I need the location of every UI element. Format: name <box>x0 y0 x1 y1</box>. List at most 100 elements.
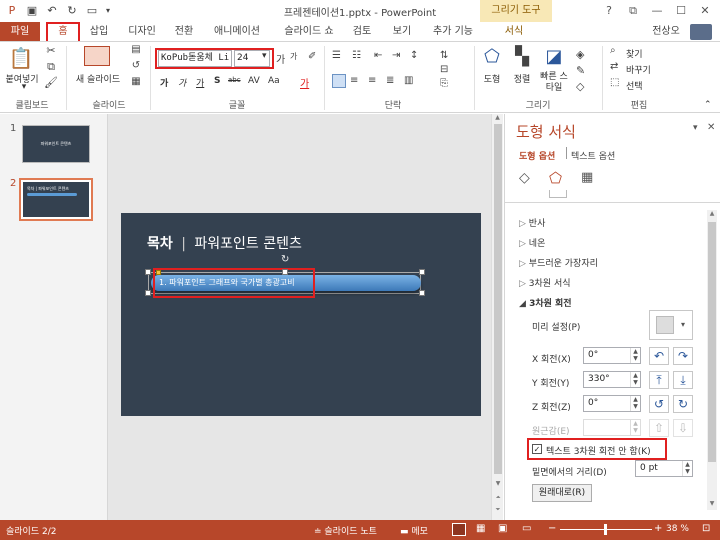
comments-button[interactable]: ▬ 메모 <box>400 524 428 537</box>
tab-view[interactable]: 보기 <box>386 22 418 41</box>
resize-handle[interactable] <box>145 290 151 296</box>
change-case-icon[interactable]: Aa <box>268 76 280 86</box>
x-rotation-input[interactable]: 0° ▲ ▼ <box>583 347 641 364</box>
z-rotate-ccw-icon[interactable]: ↺ <box>649 395 669 413</box>
next-slide-icon[interactable]: ⏷ <box>492 506 504 514</box>
tab-design[interactable]: 디자인 <box>122 22 162 41</box>
zoom-out-icon[interactable]: − <box>548 523 556 534</box>
new-slide-icon[interactable] <box>84 46 110 66</box>
text-shadow-icon[interactable]: S <box>214 76 220 86</box>
strikethrough-icon[interactable]: abc <box>228 76 241 84</box>
slideshow-view-icon[interactable]: ▭ <box>522 523 531 534</box>
previous-slide-icon[interactable]: ⏶ <box>492 494 504 502</box>
bullets-icon[interactable]: ☰ <box>332 50 341 61</box>
slide-thumbnail-2[interactable]: 목차 | 파워포인트 콘텐츠 <box>19 178 93 221</box>
arrange-button-label[interactable]: 정렬 <box>508 72 536 85</box>
layout-icon[interactable]: ▤ <box>128 44 144 55</box>
tab-addins[interactable]: 추가 기능 <box>428 22 478 41</box>
maximize-button[interactable]: ☐ <box>670 2 692 20</box>
tab-format[interactable]: 서식 <box>492 22 536 41</box>
replace-icon[interactable]: ⇄ <box>610 61 618 72</box>
scroll-up-icon[interactable]: ▲ <box>492 114 503 121</box>
shapes-icon[interactable]: ⬠ <box>482 46 502 67</box>
keep-text-flat-checkbox[interactable]: ✓ <box>532 444 542 454</box>
pane-options-icon[interactable]: ▾ <box>693 123 698 133</box>
columns-icon[interactable]: ▥ <box>404 75 413 86</box>
collapse-ribbon-icon[interactable]: ⌃ <box>704 100 712 110</box>
slide-title[interactable]: 목차 | 파워포인트 콘텐츠 <box>147 233 302 253</box>
align-left-icon[interactable] <box>332 74 346 88</box>
perspective-increase-icon[interactable]: ⇧ <box>649 419 669 437</box>
align-right-icon[interactable]: ≡ <box>368 75 376 86</box>
copy-icon[interactable]: ⧉ <box>44 60 58 74</box>
paste-icon[interactable]: 📋 <box>8 46 34 70</box>
y-rotation-input[interactable]: 330° ▲ ▼ <box>583 371 641 388</box>
tab-home[interactable]: 홈 <box>46 22 80 41</box>
section-soft-edges[interactable]: ▷ 부드러운 가장자리 <box>519 256 598 269</box>
arrange-icon[interactable]: ▚ <box>512 46 532 67</box>
tab-slideshow[interactable]: 슬라이드 쇼 <box>278 22 340 41</box>
y-rotate-up-icon[interactable]: ⤒ <box>649 371 669 389</box>
font-size-dropdown-icon[interactable]: ▾ <box>262 51 267 61</box>
keep-text-flat-label[interactable]: 텍스트 3차원 회전 안 함(K) <box>546 444 651 457</box>
shape-fill-icon[interactable]: ◈ <box>576 48 584 61</box>
resize-handle[interactable] <box>419 269 425 275</box>
pane-scroll-thumb[interactable] <box>708 222 716 462</box>
justify-icon[interactable]: ≣ <box>386 75 394 86</box>
resize-handle[interactable] <box>145 269 151 275</box>
x-rotate-right-icon[interactable]: ↷ <box>673 347 693 365</box>
numbering-icon[interactable]: ☷ <box>352 50 361 61</box>
preset-dropdown[interactable]: ▾ <box>649 310 693 340</box>
normal-view-icon[interactable] <box>452 523 466 536</box>
size-properties-icon[interactable]: ▦ <box>581 170 593 185</box>
z-rotate-cw-icon[interactable]: ↻ <box>673 395 693 413</box>
user-name[interactable]: 전상오 <box>646 22 686 41</box>
select-icon[interactable]: ⬚ <box>610 77 619 88</box>
font-name-input[interactable]: KoPub돋움체 Li <box>158 50 232 67</box>
find-button-label[interactable]: 찾기 <box>626 47 643 60</box>
shape-effects-icon[interactable]: ◇ <box>576 80 584 93</box>
slide-sorter-icon[interactable]: ▦ <box>476 523 485 534</box>
character-spacing-icon[interactable]: AV <box>248 76 260 86</box>
notes-button[interactable]: ≐ 슬라이드 노트 <box>314 524 377 537</box>
underline-icon[interactable]: 가 <box>196 76 204 89</box>
align-center-icon[interactable]: ≡ <box>350 75 358 86</box>
section-glow[interactable]: ▷ 네온 <box>519 236 545 249</box>
decrease-font-icon[interactable]: 가 <box>290 51 297 62</box>
line-spacing-icon[interactable]: ↕ <box>410 50 418 61</box>
reset-slide-icon[interactable]: ↺ <box>128 60 144 71</box>
fit-to-window-icon[interactable]: ⊡ <box>702 523 710 534</box>
format-painter-icon[interactable]: 🖌 <box>44 76 58 89</box>
smartart-icon[interactable]: ⎘ <box>440 78 448 89</box>
slide-canvas[interactable]: 목차 | 파워포인트 콘텐츠 1. 파워포인트 그래프와 국가별 총광고비 ↻ <box>121 213 481 416</box>
replace-button-label[interactable]: 바꾸기 <box>626 63 651 76</box>
section-reflection[interactable]: ▷ 반사 <box>519 216 545 229</box>
close-button[interactable]: ✕ <box>694 2 716 20</box>
find-icon[interactable]: ⌕ <box>610 45 616 56</box>
minimize-button[interactable]: — <box>646 2 668 20</box>
rotation-handle-icon[interactable]: ↻ <box>281 255 291 265</box>
pane-close-icon[interactable]: ✕ <box>707 122 715 133</box>
perspective-input[interactable]: ▲ ▼ <box>583 419 641 436</box>
clear-formatting-icon[interactable]: ✐ <box>308 51 316 62</box>
increase-font-icon[interactable]: 가 <box>276 51 285 66</box>
align-text-icon[interactable]: ⊟ <box>440 64 448 75</box>
shape-outline-icon[interactable]: ✎ <box>576 64 585 77</box>
tab-insert[interactable]: 삽입 <box>84 22 114 41</box>
z-rotation-input[interactable]: 0° ▲ ▼ <box>583 395 641 412</box>
reading-view-icon[interactable]: ▣ <box>498 523 507 534</box>
zoom-in-icon[interactable]: + <box>654 523 662 534</box>
scroll-thumb[interactable] <box>494 124 502 474</box>
tab-transitions[interactable]: 전환 <box>168 22 200 41</box>
x-rotate-left-icon[interactable]: ↶ <box>649 347 669 365</box>
section-3d-format[interactable]: ▷ 3차원 서식 <box>519 276 571 289</box>
new-slide-button-label[interactable]: 새 슬라이드 <box>70 72 126 85</box>
increase-indent-icon[interactable]: ⇥ <box>392 50 400 61</box>
section-3d-rotation[interactable]: ◢ 3차원 회전 <box>519 296 572 309</box>
italic-icon[interactable]: 가 <box>178 76 186 89</box>
pane-scrollbar[interactable]: ▲ ▼ <box>707 210 717 510</box>
tab-review[interactable]: 검토 <box>346 22 378 41</box>
shapes-button-label[interactable]: 도형 <box>478 72 506 85</box>
effects-icon[interactable]: ⬠ <box>549 169 562 187</box>
font-color-icon[interactable]: 가 <box>300 75 309 90</box>
